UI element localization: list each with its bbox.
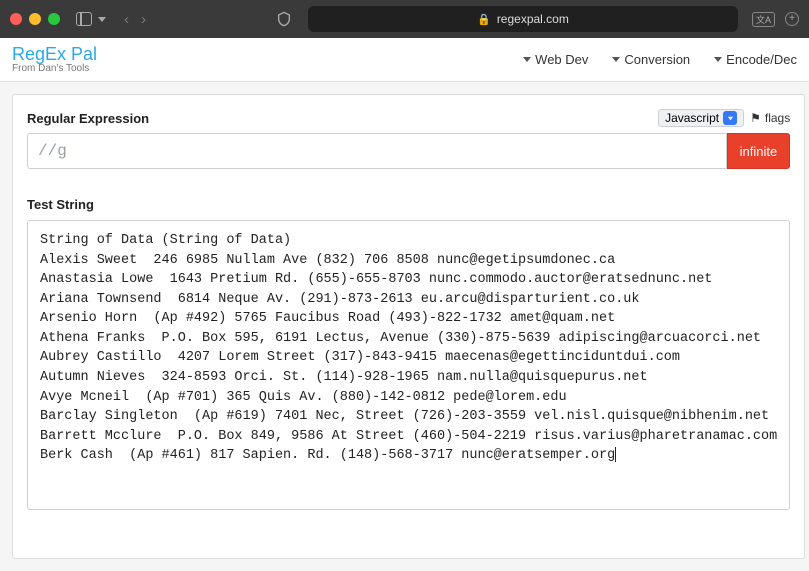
- brand-title: RegEx Pal: [12, 45, 97, 64]
- sidebar-toggle[interactable]: [76, 12, 106, 26]
- caret-down-icon: [714, 57, 722, 62]
- flag-icon: ⚑: [750, 111, 761, 125]
- brand-subtitle: From Dan's Tools: [12, 64, 97, 75]
- close-window-icon[interactable]: [10, 13, 22, 25]
- top-nav: Web Dev Conversion Encode/Dec: [523, 52, 797, 67]
- back-button[interactable]: ‹: [124, 11, 129, 28]
- text-cursor: [615, 447, 616, 462]
- nav-webdev[interactable]: Web Dev: [523, 52, 588, 67]
- infinite-button[interactable]: infinite: [727, 133, 791, 169]
- caret-down-icon: [523, 57, 531, 62]
- dropdown-arrow-icon: [723, 111, 737, 125]
- forward-button[interactable]: ›: [141, 11, 146, 28]
- browser-chrome: ‹ › 🔒 regexpal.com 文A +: [0, 0, 809, 38]
- chevron-down-icon: [98, 17, 106, 22]
- nav-conversion[interactable]: Conversion: [612, 52, 690, 67]
- privacy-shield-icon[interactable]: [276, 11, 292, 27]
- nav-encode[interactable]: Encode/Dec: [714, 52, 797, 67]
- address-bar[interactable]: 🔒 regexpal.com: [308, 6, 738, 32]
- regex-label: Regular Expression: [27, 111, 149, 126]
- window-controls: [10, 13, 60, 25]
- brand[interactable]: RegEx Pal From Dan's Tools: [12, 45, 97, 74]
- zoom-icon[interactable]: +: [785, 12, 799, 26]
- caret-down-icon: [612, 57, 620, 62]
- teststring-input[interactable]: String of Data (String of Data) Alexis S…: [27, 220, 790, 510]
- translate-icon[interactable]: 文A: [752, 12, 775, 27]
- url-text: regexpal.com: [497, 12, 569, 26]
- teststring-label: Test String: [27, 197, 790, 212]
- lock-icon: 🔒: [477, 13, 491, 26]
- flags-toggle[interactable]: ⚑ flags: [750, 111, 790, 125]
- maximize-window-icon[interactable]: [48, 13, 60, 25]
- regex-panel: Regular Expression Javascript ⚑ flags in…: [12, 94, 805, 559]
- sidebar-icon: [76, 12, 92, 26]
- minimize-window-icon[interactable]: [29, 13, 41, 25]
- site-header: RegEx Pal From Dan's Tools Web Dev Conve…: [0, 38, 809, 82]
- main-area: Regular Expression Javascript ⚑ flags in…: [0, 82, 809, 571]
- regex-flavor-selector[interactable]: Javascript: [658, 109, 744, 127]
- regex-input[interactable]: [27, 133, 727, 169]
